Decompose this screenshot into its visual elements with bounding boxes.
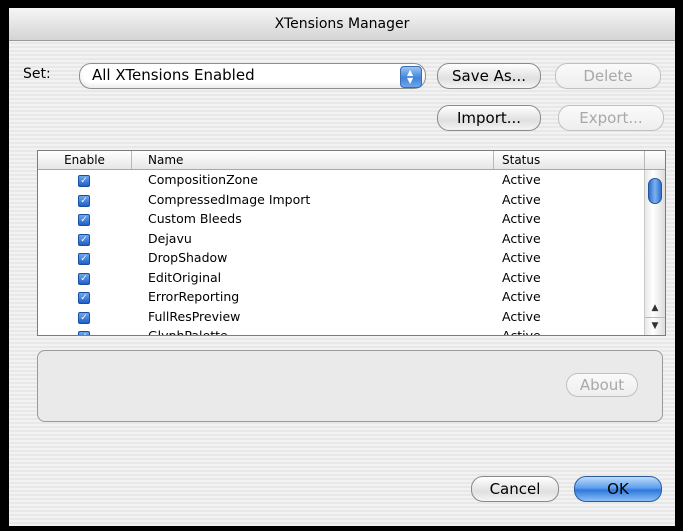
- table-row[interactable]: ✓ FullResPreview Active: [38, 307, 644, 327]
- table-row[interactable]: ✓ ErrorReporting Active: [38, 287, 644, 307]
- about-button[interactable]: About: [566, 373, 638, 397]
- column-header-name[interactable]: Name: [131, 151, 501, 169]
- checkmark-icon[interactable]: ✓: [78, 331, 90, 335]
- cancel-button[interactable]: Cancel: [471, 476, 559, 502]
- ok-button[interactable]: OK: [574, 476, 662, 502]
- table-row[interactable]: ✓ DropShadow Active: [38, 248, 644, 268]
- row-status: Active: [502, 289, 541, 304]
- checkmark-icon[interactable]: ✓: [78, 311, 90, 324]
- xtensions-table: Enable Name Status ✓ CompositionZone Act…: [37, 150, 666, 336]
- vertical-scrollbar[interactable]: ▲ ▼: [644, 170, 665, 335]
- row-status: Active: [502, 326, 541, 335]
- import-button[interactable]: Import...: [437, 105, 541, 131]
- table-body: ✓ CompositionZone Active ✓ CompressedIma…: [38, 170, 644, 335]
- set-popup[interactable]: All XTensions Enabled ▲ ▼: [79, 63, 426, 89]
- row-name: FullResPreview: [148, 308, 241, 324]
- scroll-up-arrow-icon[interactable]: ▲: [645, 300, 665, 316]
- column-header-enable[interactable]: Enable: [38, 151, 131, 169]
- row-name: Custom Bleeds: [148, 211, 242, 226]
- checkmark-icon[interactable]: ✓: [78, 272, 90, 285]
- row-status: Active: [502, 250, 541, 265]
- checkmark-icon[interactable]: ✓: [78, 194, 90, 207]
- table-header: Enable Name Status: [38, 151, 665, 170]
- set-label: Set:: [23, 66, 51, 82]
- delete-button[interactable]: Delete: [555, 63, 661, 89]
- description-box: About: [37, 350, 663, 422]
- row-status: Active: [502, 211, 541, 226]
- table-row[interactable]: ✓ CompressedImage Import Active: [38, 190, 644, 210]
- table-row[interactable]: ✓ EditOriginal Active: [38, 268, 644, 288]
- scrollbar-thumb[interactable]: [648, 178, 662, 204]
- row-status: Active: [502, 308, 541, 324]
- row-name: EditOriginal: [148, 269, 222, 285]
- row-status: Active: [502, 269, 541, 285]
- table-row[interactable]: ✓ GlyphPalette Active: [38, 326, 644, 335]
- checkmark-icon[interactable]: ✓: [78, 214, 90, 226]
- row-status: Active: [502, 172, 541, 187]
- row-name: CompressedImage Import: [148, 191, 311, 207]
- scroll-down-arrow-icon[interactable]: ▼: [645, 317, 665, 334]
- row-name: ErrorReporting: [148, 289, 240, 304]
- row-name: CompositionZone: [148, 172, 258, 187]
- save-as-button[interactable]: Save As...: [437, 63, 541, 89]
- checkmark-icon[interactable]: ✓: [78, 292, 90, 304]
- checkmark-icon[interactable]: ✓: [78, 233, 90, 246]
- up-down-arrows-icon: ▲ ▼: [400, 66, 422, 88]
- table-row[interactable]: ✓ Custom Bleeds Active: [38, 209, 644, 229]
- xtensions-manager-window: XTensions Manager Set: All XTensions Ena…: [9, 8, 675, 526]
- checkmark-icon[interactable]: ✓: [78, 253, 90, 265]
- table-row[interactable]: ✓ CompositionZone Active: [38, 170, 644, 190]
- export-button[interactable]: Export...: [558, 105, 664, 131]
- row-name: GlyphPalette: [148, 326, 228, 335]
- checkmark-icon[interactable]: ✓: [78, 175, 90, 187]
- window-title: XTensions Manager: [9, 8, 675, 41]
- row-status: Active: [502, 191, 541, 207]
- column-header-spacer: [644, 151, 665, 169]
- column-header-status[interactable]: Status: [493, 151, 652, 169]
- row-name: DropShadow: [148, 250, 228, 265]
- table-row[interactable]: ✓ Dejavu Active: [38, 229, 644, 249]
- row-name: Dejavu: [148, 230, 192, 246]
- set-popup-value: All XTensions Enabled: [92, 66, 255, 84]
- row-status: Active: [502, 230, 541, 246]
